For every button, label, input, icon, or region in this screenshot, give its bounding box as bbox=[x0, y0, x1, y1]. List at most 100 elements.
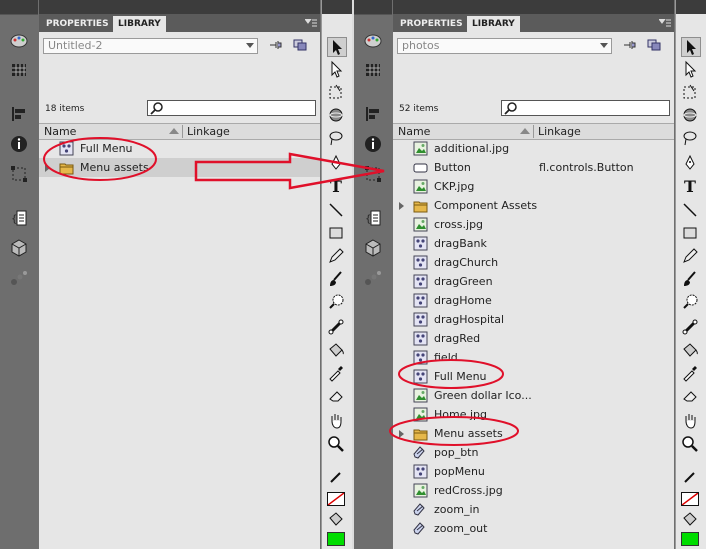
pen-tool[interactable] bbox=[327, 154, 347, 174]
deco-tool[interactable] bbox=[327, 293, 347, 313]
hand-tool[interactable] bbox=[327, 412, 347, 432]
hand-tool[interactable] bbox=[681, 412, 701, 432]
list-item[interactable]: Green dollar Ico... bbox=[393, 386, 674, 405]
tab-library[interactable]: LIBRARY bbox=[113, 16, 166, 32]
selection-tool[interactable] bbox=[681, 37, 701, 57]
list-item[interactable]: Full Menu bbox=[39, 139, 320, 158]
text-tool[interactable]: T bbox=[681, 177, 701, 197]
list-item[interactable]: dragHospital bbox=[393, 310, 674, 329]
paint-bucket-tool[interactable] bbox=[327, 341, 347, 361]
fill-color-swatch[interactable] bbox=[327, 532, 345, 546]
eyedropper-tool[interactable] bbox=[327, 364, 347, 384]
deco-tool[interactable] bbox=[681, 293, 701, 313]
subselection-tool[interactable] bbox=[681, 60, 701, 80]
zoom-tool[interactable] bbox=[681, 435, 701, 455]
pencil-tool[interactable] bbox=[681, 247, 701, 267]
subselection-tool[interactable] bbox=[327, 60, 347, 80]
tab-properties[interactable]: PROPERTIES bbox=[41, 16, 114, 32]
column-name-header[interactable]: Name bbox=[44, 125, 76, 138]
transform-icon[interactable] bbox=[9, 164, 29, 184]
align-icon[interactable] bbox=[363, 104, 383, 124]
list-item[interactable]: dragHome bbox=[393, 291, 674, 310]
list-item[interactable]: Menu assets bbox=[393, 424, 674, 443]
list-item[interactable]: zoom_in bbox=[393, 500, 674, 519]
fill-color-swatch[interactable] bbox=[681, 532, 699, 546]
pen-tool[interactable] bbox=[681, 154, 701, 174]
lasso-tool[interactable] bbox=[327, 129, 347, 149]
pin-library-icon[interactable] bbox=[268, 39, 282, 51]
motion-presets-icon[interactable] bbox=[363, 268, 383, 288]
text-tool[interactable]: T bbox=[327, 177, 347, 197]
transform-icon[interactable] bbox=[363, 164, 383, 184]
list-item[interactable]: popMenu bbox=[393, 462, 674, 481]
fill-color-tool[interactable] bbox=[681, 510, 701, 530]
stroke-color-tool[interactable] bbox=[681, 468, 701, 488]
tab-properties[interactable]: PROPERTIES bbox=[395, 16, 468, 32]
zoom-tool[interactable] bbox=[327, 435, 347, 455]
sort-triangle-icon[interactable] bbox=[520, 128, 530, 134]
brush-tool[interactable] bbox=[681, 270, 701, 290]
panel-menu-icon[interactable] bbox=[305, 19, 317, 27]
list-item[interactable]: Button fl.controls.Button bbox=[393, 158, 674, 177]
sort-triangle-icon[interactable] bbox=[169, 128, 179, 134]
info-icon[interactable] bbox=[9, 134, 29, 154]
list-item[interactable]: Menu assets bbox=[39, 158, 320, 177]
eraser-tool[interactable] bbox=[681, 387, 701, 407]
lasso-tool[interactable] bbox=[681, 129, 701, 149]
document-select[interactable]: Untitled-2 bbox=[43, 38, 258, 54]
swatches-icon[interactable] bbox=[9, 60, 29, 80]
list-item[interactable]: zoom_out bbox=[393, 519, 674, 538]
list-item[interactable]: dragRed bbox=[393, 329, 674, 348]
expand-triangle-icon[interactable] bbox=[399, 202, 404, 210]
list-item[interactable]: dragChurch bbox=[393, 253, 674, 272]
list-item[interactable]: redCross.jpg bbox=[393, 481, 674, 500]
list-item[interactable]: CKP.jpg bbox=[393, 177, 674, 196]
fill-color-tool[interactable] bbox=[327, 510, 347, 530]
color-palette-icon[interactable] bbox=[9, 30, 29, 50]
list-item[interactable]: cross.jpg bbox=[393, 215, 674, 234]
bone-tool[interactable] bbox=[327, 318, 347, 338]
brush-tool[interactable] bbox=[327, 270, 347, 290]
info-icon[interactable] bbox=[363, 134, 383, 154]
actions-icon[interactable]: { bbox=[9, 208, 29, 228]
expand-triangle-icon[interactable] bbox=[45, 164, 50, 172]
3d-rotation-tool[interactable] bbox=[681, 106, 701, 126]
list-item[interactable]: additional.jpg bbox=[393, 139, 674, 158]
list-item[interactable]: field bbox=[393, 348, 674, 367]
list-item[interactable]: Home.jpg bbox=[393, 405, 674, 424]
eraser-tool[interactable] bbox=[327, 387, 347, 407]
line-tool[interactable] bbox=[327, 201, 347, 221]
rectangle-tool[interactable] bbox=[327, 224, 347, 244]
document-select[interactable]: photos bbox=[397, 38, 612, 54]
swatches-icon[interactable] bbox=[363, 60, 383, 80]
new-library-panel-icon[interactable] bbox=[647, 39, 661, 51]
free-transform-tool[interactable] bbox=[681, 83, 701, 103]
3d-rotation-tool[interactable] bbox=[327, 106, 347, 126]
stroke-color-swatch[interactable] bbox=[681, 492, 699, 506]
pencil-tool[interactable] bbox=[327, 247, 347, 267]
rectangle-tool[interactable] bbox=[681, 224, 701, 244]
list-item[interactable]: dragGreen bbox=[393, 272, 674, 291]
pin-library-icon[interactable] bbox=[622, 39, 636, 51]
list-item[interactable]: Component Assets bbox=[393, 196, 674, 215]
eyedropper-tool[interactable] bbox=[681, 364, 701, 384]
actions-icon[interactable]: { bbox=[363, 208, 383, 228]
column-name-header[interactable]: Name bbox=[398, 125, 430, 138]
selection-tool[interactable] bbox=[327, 37, 347, 57]
paint-bucket-tool[interactable] bbox=[681, 341, 701, 361]
tab-library[interactable]: LIBRARY bbox=[467, 16, 520, 32]
color-palette-icon[interactable] bbox=[363, 30, 383, 50]
align-icon[interactable] bbox=[9, 104, 29, 124]
free-transform-tool[interactable] bbox=[327, 83, 347, 103]
panel-menu-icon[interactable] bbox=[659, 19, 671, 27]
line-tool[interactable] bbox=[681, 201, 701, 221]
components-icon[interactable] bbox=[363, 238, 383, 258]
list-item[interactable]: dragBank bbox=[393, 234, 674, 253]
search-input[interactable] bbox=[147, 100, 316, 116]
expand-triangle-icon[interactable] bbox=[399, 430, 404, 438]
list-item[interactable]: Full Menu bbox=[393, 367, 674, 386]
stroke-color-swatch[interactable] bbox=[327, 492, 345, 506]
column-linkage-header[interactable]: Linkage bbox=[187, 125, 230, 138]
components-icon[interactable] bbox=[9, 238, 29, 258]
motion-presets-icon[interactable] bbox=[9, 268, 29, 288]
